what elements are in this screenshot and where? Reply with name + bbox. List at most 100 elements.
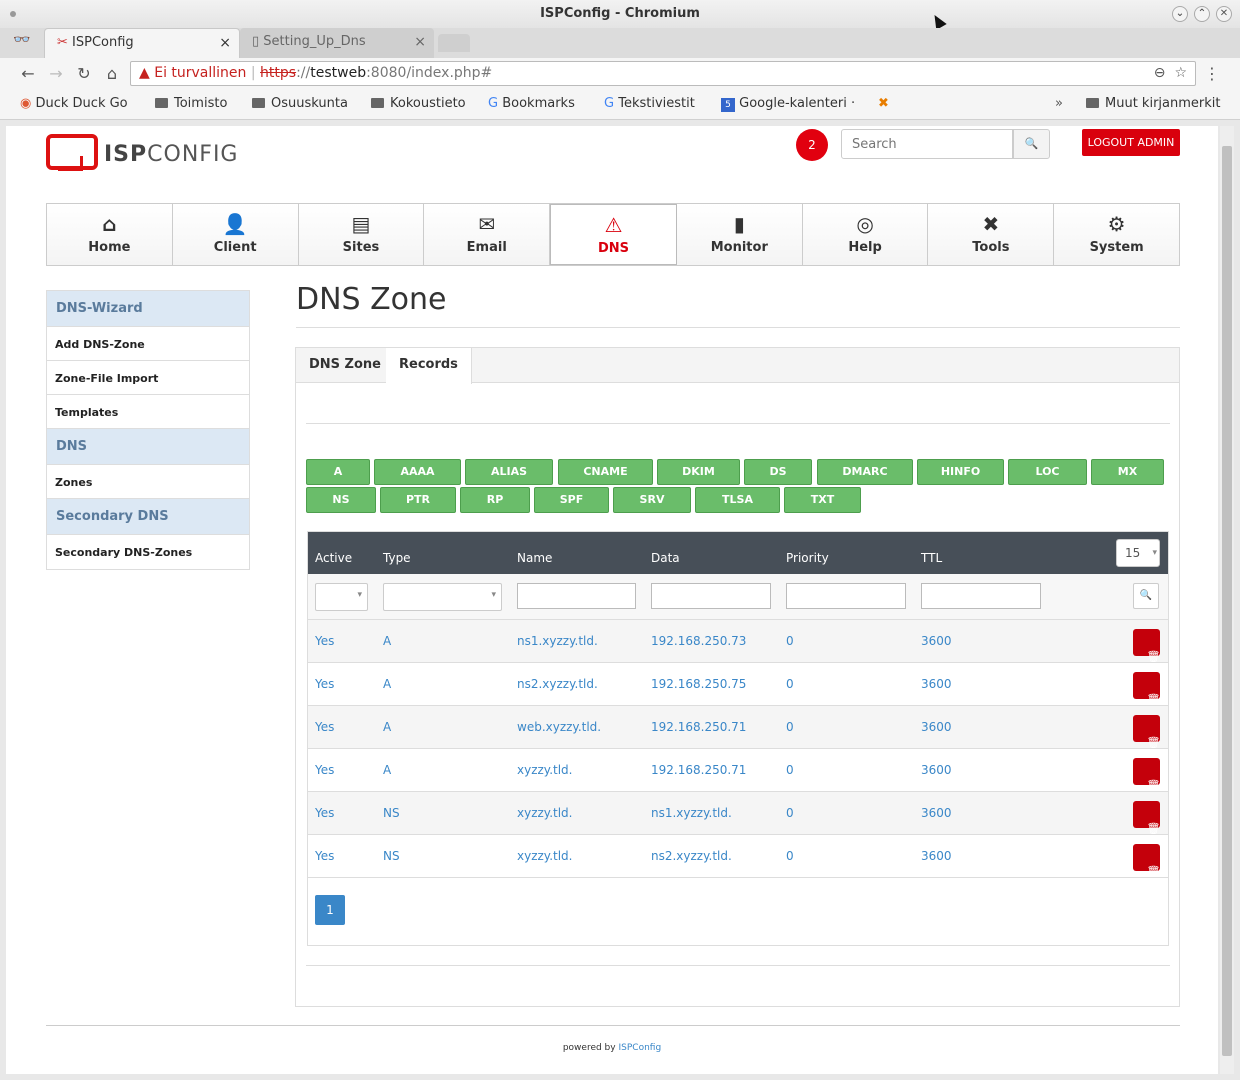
- delete-record-button[interactable]: 🗑: [1133, 801, 1160, 835]
- filter-name-input[interactable]: [517, 583, 636, 609]
- add-record-tlsa-button[interactable]: TLSA: [695, 487, 780, 513]
- search-input[interactable]: [841, 129, 1013, 159]
- add-record-dmarc-button[interactable]: DMARC: [817, 459, 913, 485]
- back-icon[interactable]: ←: [18, 64, 38, 83]
- bookmark-x[interactable]: ✖: [878, 96, 889, 111]
- delete-record-button[interactable]: 🗑: [1133, 715, 1160, 749]
- cell-type[interactable]: NS: [383, 806, 400, 820]
- sidebar-item-templates[interactable]: Templates: [47, 395, 249, 429]
- cell-name[interactable]: xyzzy.tld.: [517, 806, 572, 820]
- sidebar-item-zones[interactable]: Zones: [47, 465, 249, 499]
- bookmark-tekstiviestit[interactable]: G Tekstiviestit: [604, 96, 695, 111]
- minimize-icon[interactable]: ⌄: [1172, 6, 1188, 22]
- tab-setting-up-dns[interactable]: ▯ Setting_Up_Dns ×: [240, 28, 434, 58]
- add-record-a-button[interactable]: A: [306, 459, 370, 485]
- nav-help[interactable]: ◎ Help: [802, 204, 929, 265]
- logout-button[interactable]: LOGOUT ADMIN: [1082, 129, 1180, 156]
- cell-priority[interactable]: 0: [786, 677, 794, 691]
- column-header-priority[interactable]: Priority: [786, 551, 829, 565]
- delete-record-button[interactable]: 🗑: [1133, 844, 1160, 878]
- filter-priority-input[interactable]: [786, 583, 906, 609]
- cell-ttl[interactable]: 3600: [921, 720, 952, 734]
- reload-icon[interactable]: ↻: [74, 64, 94, 83]
- zoom-icon[interactable]: ⊖: [1154, 65, 1166, 81]
- cell-priority[interactable]: 0: [786, 720, 794, 734]
- new-tab-button[interactable]: [438, 34, 470, 52]
- filter-active-select[interactable]: [315, 583, 368, 611]
- bookmark-google-kalenteri[interactable]: 5 Google-kalenteri ·: [721, 96, 855, 112]
- browser-menu-icon[interactable]: ⋮: [1202, 64, 1222, 83]
- page-scrollbar[interactable]: [1220, 126, 1234, 1074]
- cell-priority[interactable]: 0: [786, 763, 794, 777]
- bookmark-duckduckgo[interactable]: ◉ Duck Duck Go: [20, 96, 128, 111]
- notification-badge[interactable]: 2: [796, 129, 828, 161]
- bookmark-kokoustieto[interactable]: Kokoustieto: [371, 96, 466, 111]
- nav-sites[interactable]: ▤ Sites: [298, 204, 425, 265]
- filter-search-button[interactable]: 🔍: [1133, 583, 1159, 609]
- add-record-spf-button[interactable]: SPF: [534, 487, 609, 513]
- tab-ispconfig[interactable]: ✂ ISPConfig ×: [44, 28, 240, 58]
- filter-ttl-input[interactable]: [921, 583, 1041, 609]
- delete-record-button[interactable]: 🗑: [1133, 758, 1160, 792]
- cell-data[interactable]: 192.168.250.75: [651, 677, 746, 691]
- add-record-dkim-button[interactable]: DKIM: [657, 459, 740, 485]
- cell-type[interactable]: A: [383, 763, 391, 777]
- add-record-alias-button[interactable]: ALIAS: [465, 459, 553, 485]
- search-button[interactable]: 🔍: [1013, 129, 1050, 159]
- cell-active[interactable]: Yes: [315, 720, 334, 734]
- cell-type[interactable]: A: [383, 677, 391, 691]
- scrollbar-thumb[interactable]: [1222, 146, 1232, 1056]
- cell-name[interactable]: ns1.xyzzy.tld.: [517, 634, 598, 648]
- cell-active[interactable]: Yes: [315, 677, 334, 691]
- cell-data[interactable]: 192.168.250.71: [651, 763, 746, 777]
- cell-ttl[interactable]: 3600: [921, 677, 952, 691]
- add-record-aaaa-button[interactable]: AAAA: [374, 459, 461, 485]
- cell-name[interactable]: ns2.xyzzy.tld.: [517, 677, 598, 691]
- add-record-ns-button[interactable]: NS: [306, 487, 376, 513]
- cell-ttl[interactable]: 3600: [921, 634, 952, 648]
- add-record-hinfo-button[interactable]: HINFO: [917, 459, 1004, 485]
- bookmarks-overflow-icon[interactable]: »: [1055, 96, 1063, 111]
- forward-icon[interactable]: →: [46, 64, 66, 83]
- cell-priority[interactable]: 0: [786, 849, 794, 863]
- nav-dns[interactable]: ⚠ DNS: [550, 204, 677, 265]
- records-per-page-select[interactable]: 15: [1116, 539, 1160, 567]
- cell-active[interactable]: Yes: [315, 763, 334, 777]
- bookmark-osuuskunta[interactable]: Osuuskunta: [252, 96, 348, 111]
- cell-data[interactable]: 192.168.250.73: [651, 634, 746, 648]
- address-bar[interactable]: ▲ Ei turvallinen | https://testweb:8080/…: [130, 61, 1196, 86]
- nav-client[interactable]: 👤 Client: [172, 204, 299, 265]
- cell-active[interactable]: Yes: [315, 806, 334, 820]
- home-browser-icon[interactable]: ⌂: [102, 64, 122, 83]
- sidebar-item-add-dns-zone[interactable]: Add DNS-Zone: [47, 327, 249, 361]
- pagination-page-1[interactable]: 1: [315, 895, 345, 925]
- add-record-loc-button[interactable]: LOC: [1008, 459, 1087, 485]
- cell-name[interactable]: xyzzy.tld.: [517, 849, 572, 863]
- close-tab-icon[interactable]: ×: [414, 28, 426, 56]
- window-menu-icon[interactable]: [10, 11, 16, 17]
- cell-data[interactable]: 192.168.250.71: [651, 720, 746, 734]
- bookmark-bookmarks[interactable]: G Bookmarks: [488, 96, 575, 111]
- cell-ttl[interactable]: 3600: [921, 763, 952, 777]
- maximize-icon[interactable]: ⌃: [1194, 6, 1210, 22]
- cell-ttl[interactable]: 3600: [921, 806, 952, 820]
- sidebar-item-secondary-dns-zones[interactable]: Secondary DNS-Zones: [47, 535, 249, 569]
- cell-name[interactable]: web.xyzzy.tld.: [517, 720, 601, 734]
- cell-ttl[interactable]: 3600: [921, 849, 952, 863]
- cell-type[interactable]: A: [383, 634, 391, 648]
- nav-email[interactable]: ✉ Email: [424, 204, 551, 265]
- cell-data[interactable]: ns1.xyzzy.tld.: [651, 806, 732, 820]
- cell-name[interactable]: xyzzy.tld.: [517, 763, 572, 777]
- cell-type[interactable]: NS: [383, 849, 400, 863]
- add-record-cname-button[interactable]: CNAME: [558, 459, 653, 485]
- nav-system[interactable]: ⚙ System: [1054, 204, 1180, 265]
- column-header-ttl[interactable]: TTL: [921, 551, 942, 565]
- bookmark-muut[interactable]: Muut kirjanmerkit: [1086, 96, 1220, 111]
- add-record-rp-button[interactable]: RP: [460, 487, 530, 513]
- bookmark-toimisto[interactable]: Toimisto: [155, 96, 227, 111]
- delete-record-button[interactable]: 🗑: [1133, 672, 1160, 706]
- cell-type[interactable]: A: [383, 720, 391, 734]
- bookmark-star-icon[interactable]: ☆: [1174, 65, 1187, 81]
- close-window-icon[interactable]: ✕: [1216, 6, 1232, 22]
- add-record-mx-button[interactable]: MX: [1091, 459, 1164, 485]
